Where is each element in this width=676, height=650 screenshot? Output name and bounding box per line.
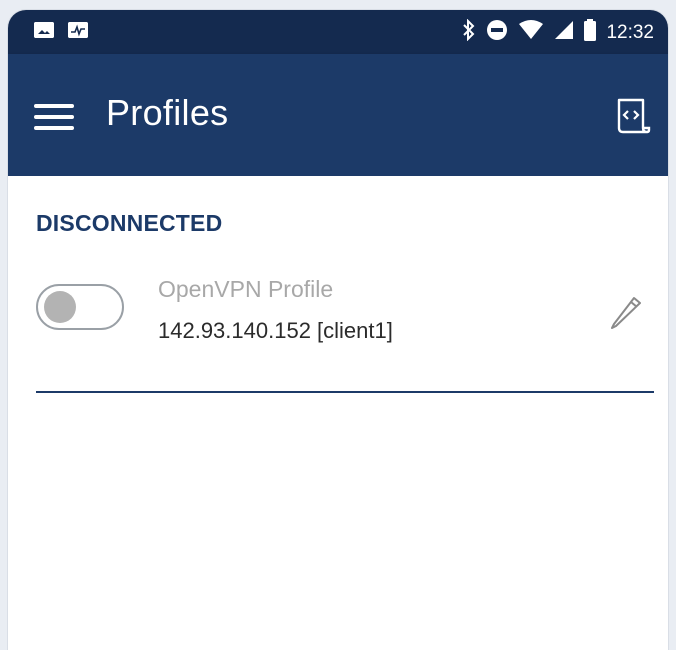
status-time: 12:32 (606, 22, 654, 43)
signal-icon (554, 20, 574, 46)
connection-status-header: DISCONNECTED (36, 210, 223, 236)
status-bar-right: 12:32 (462, 18, 654, 47)
image-icon (34, 22, 54, 38)
do-not-disturb-icon (486, 19, 508, 47)
pencil-icon[interactable] (608, 292, 644, 332)
page-title: Profiles (106, 92, 229, 133)
profiles-list: DISCONNECTED OpenVPN Profile 142.93.140.… (8, 176, 668, 650)
app-bar: Profiles (8, 54, 668, 176)
activity-icon (68, 22, 88, 38)
phone-screen: 12:32 Profiles DISCONNECTED OpenVPN Prof… (8, 10, 668, 650)
hamburger-menu-icon[interactable] (34, 102, 76, 132)
wifi-icon (518, 20, 544, 46)
battery-icon (584, 19, 597, 47)
list-divider (36, 391, 654, 393)
bluetooth-icon (462, 18, 476, 47)
status-bar: 12:32 (8, 10, 668, 54)
profile-toggle[interactable] (36, 284, 124, 330)
status-bar-left (34, 22, 88, 38)
import-profile-icon[interactable] (610, 94, 654, 138)
profile-detail: 142.93.140.152 [client1] (158, 318, 393, 343)
profile-name: OpenVPN Profile (158, 276, 334, 302)
toggle-knob (44, 291, 76, 323)
